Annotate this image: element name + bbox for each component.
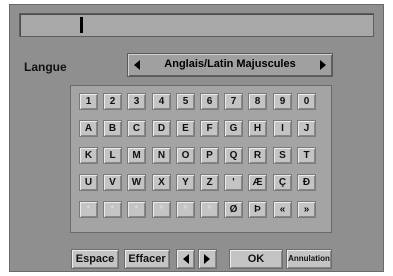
key[interactable]: X xyxy=(152,174,171,191)
text-input[interactable] xyxy=(19,13,374,37)
language-value: Anglais/Latin Majuscules xyxy=(164,58,296,70)
language-label: Langue xyxy=(24,60,67,74)
key[interactable]: 5 xyxy=(176,93,195,110)
key[interactable]: G xyxy=(224,120,243,137)
key[interactable]: * xyxy=(79,201,98,218)
key[interactable]: M xyxy=(127,147,146,164)
key[interactable]: C xyxy=(127,120,146,137)
key[interactable]: V xyxy=(103,174,122,191)
key[interactable]: Y xyxy=(176,174,195,191)
key[interactable]: E xyxy=(176,120,195,137)
delete-button[interactable]: Effacer xyxy=(124,249,170,269)
key[interactable]: « xyxy=(273,201,292,218)
key[interactable]: ' xyxy=(224,174,243,191)
triangle-right-icon[interactable] xyxy=(320,60,326,70)
space-button[interactable]: Espace xyxy=(71,249,119,269)
key[interactable]: Q xyxy=(224,147,243,164)
key[interactable]: * xyxy=(127,201,146,218)
key[interactable]: 2 xyxy=(103,93,122,110)
key[interactable]: R xyxy=(248,147,267,164)
key[interactable]: 0 xyxy=(297,93,316,110)
key[interactable]: P xyxy=(200,147,219,164)
keyboard-grid: 1 2 3 4 5 6 7 8 9 0 A B C D E F G H I J K L M N O P Q R S T U V W X Y Z ' Æ Ç Ð… xyxy=(70,85,332,233)
key[interactable]: Þ xyxy=(248,201,267,218)
keyboard-dialog: Langue Anglais/Latin Majuscules 12345678… xyxy=(9,4,384,272)
cursor-right-button[interactable] xyxy=(198,249,217,269)
key[interactable]: O xyxy=(176,147,195,164)
key[interactable]: B xyxy=(103,120,122,137)
text-cursor xyxy=(80,17,83,33)
key[interactable]: N xyxy=(152,147,171,164)
triangle-right-icon xyxy=(204,254,210,264)
key[interactable]: I xyxy=(273,120,292,137)
key[interactable]: S xyxy=(273,147,292,164)
key[interactable]: 1 xyxy=(79,93,98,110)
key[interactable]: H xyxy=(248,120,267,137)
key[interactable]: Ç xyxy=(273,174,292,191)
key[interactable]: Ð xyxy=(297,174,316,191)
key[interactable]: K xyxy=(79,147,98,164)
key[interactable]: * xyxy=(103,201,122,218)
key[interactable]: Æ xyxy=(248,174,267,191)
key[interactable]: » xyxy=(297,201,316,218)
triangle-left-icon xyxy=(183,254,189,264)
cursor-left-button[interactable] xyxy=(176,249,195,269)
key[interactable]: F xyxy=(200,120,219,137)
key[interactable]: 9 xyxy=(273,93,292,110)
key[interactable]: J xyxy=(297,120,316,137)
language-selector[interactable]: Anglais/Latin Majuscules xyxy=(127,53,333,77)
key[interactable]: 6 xyxy=(200,93,219,110)
key[interactable]: * xyxy=(200,201,219,218)
key[interactable]: A xyxy=(79,120,98,137)
key[interactable]: W xyxy=(127,174,146,191)
key[interactable]: 7 xyxy=(224,93,243,110)
cancel-button[interactable]: Annulation xyxy=(286,249,332,269)
key[interactable]: U xyxy=(79,174,98,191)
key[interactable]: L xyxy=(103,147,122,164)
key[interactable]: Ø xyxy=(224,201,243,218)
key[interactable]: D xyxy=(152,120,171,137)
ok-button[interactable]: OK xyxy=(229,249,283,269)
key[interactable]: 8 xyxy=(248,93,267,110)
key[interactable]: * xyxy=(152,201,171,218)
key[interactable]: 3 xyxy=(127,93,146,110)
key[interactable]: 4 xyxy=(152,93,171,110)
key[interactable]: T xyxy=(297,147,316,164)
key[interactable]: Z xyxy=(200,174,219,191)
triangle-left-icon[interactable] xyxy=(134,60,140,70)
key[interactable]: * xyxy=(176,201,195,218)
